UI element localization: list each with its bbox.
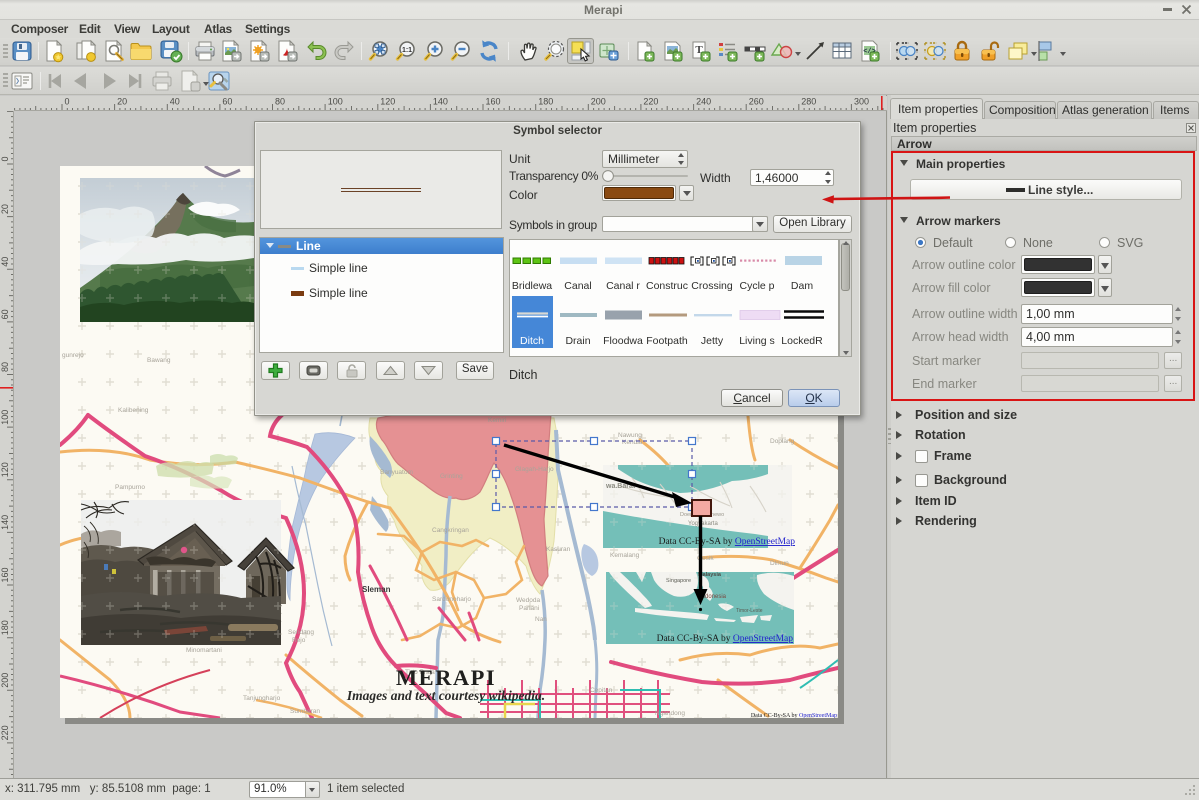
svg-text:0: 0 — [0, 156, 10, 161]
svg-text:160: 160 — [0, 567, 10, 582]
svg-text:Kemiri: Kemiri — [488, 417, 506, 424]
svg-text:100: 100 — [0, 410, 10, 425]
svg-text:Bawang: Bawang — [147, 357, 171, 364]
svg-text:120: 120 — [0, 462, 10, 477]
svg-text:0: 0 — [65, 97, 70, 107]
svg-text:40: 40 — [170, 97, 180, 107]
svg-text:100: 100 — [328, 97, 343, 107]
svg-text:Cepitan: Cepitan — [590, 687, 613, 694]
svg-text:260: 260 — [749, 97, 764, 107]
svg-text:Sumberan: Sumberan — [290, 708, 320, 715]
svg-text:Dlmun: Dlmun — [770, 560, 789, 567]
svg-text:Ngandong: Ngandong — [655, 710, 685, 717]
svg-text:200: 200 — [591, 97, 606, 107]
svg-text:Kemalang: Kemalang — [610, 552, 640, 559]
svg-text:120: 120 — [380, 97, 395, 107]
svg-text:Sendang: Sendang — [288, 629, 314, 636]
svg-text:Sleman: Sleman — [362, 585, 391, 594]
svg-text:20: 20 — [0, 204, 10, 214]
svg-text:Tanjungharjo: Tanjungharjo — [243, 695, 281, 702]
svg-text:Wedoda: Wedoda — [516, 597, 540, 604]
svg-text:Pampurno: Pampurno — [115, 484, 145, 491]
svg-text:Rejo: Rejo — [292, 637, 306, 644]
svg-text:Doplang: Doplang — [770, 438, 795, 445]
svg-text:140: 140 — [433, 97, 448, 107]
svg-text:Cangkringan: Cangkringan — [432, 527, 469, 534]
svg-text:60: 60 — [222, 97, 232, 107]
svg-text:40: 40 — [0, 257, 10, 267]
svg-text:Kendal: Kendal — [622, 439, 643, 446]
svg-text:Data CC-By-SA by OpenStreetMap: Data CC-By-SA by OpenStreetMap — [659, 537, 796, 547]
svg-text:220: 220 — [0, 725, 10, 740]
svg-text:Minomartani: Minomartani — [186, 647, 222, 654]
svg-text:Kasuran: Kasuran — [546, 546, 571, 553]
svg-text:240: 240 — [696, 97, 711, 107]
svg-text:Grinting: Grinting — [440, 473, 463, 480]
svg-text:Data CC-By-SA by OpenStreetMap: Data CC-By-SA by OpenStreetMap — [657, 634, 794, 644]
svg-text:gunrejo: gunrejo — [62, 352, 84, 359]
svg-text:Glagah-Harjo: Glagah-Harjo — [515, 466, 554, 473]
svg-text:20: 20 — [117, 97, 127, 107]
svg-text:80: 80 — [0, 362, 10, 372]
svg-text:140: 140 — [0, 515, 10, 530]
svg-text:Images and text courtesy wikip: Images and text courtesy wikipedia. — [346, 688, 545, 703]
svg-text:Kalibening: Kalibening — [118, 407, 149, 414]
svg-text:200: 200 — [0, 673, 10, 688]
svg-text:1:1: 1:1 — [402, 47, 412, 54]
svg-text:Nawung: Nawung — [618, 432, 642, 439]
svg-text:300: 300 — [854, 97, 869, 107]
svg-text:Nan: Nan — [535, 616, 547, 623]
svg-text:Parlani: Parlani — [519, 605, 539, 612]
svg-text:280: 280 — [801, 97, 816, 107]
svg-text:180: 180 — [0, 620, 10, 635]
svg-text:180: 180 — [538, 97, 553, 107]
svg-text:Data CC-By-SA by OpenStreetMap: Data CC-By-SA by OpenStreetMap — [751, 713, 837, 718]
svg-text:Sardonoharjo: Sardonoharjo — [432, 596, 471, 603]
svg-text:80: 80 — [275, 97, 285, 107]
svg-text:60: 60 — [0, 309, 10, 319]
svg-text:Banyuatom: Banyuatom — [380, 469, 413, 476]
svg-text:MERAPI: MERAPI — [396, 665, 496, 690]
svg-text:220: 220 — [643, 97, 658, 107]
svg-text:160: 160 — [486, 97, 501, 107]
